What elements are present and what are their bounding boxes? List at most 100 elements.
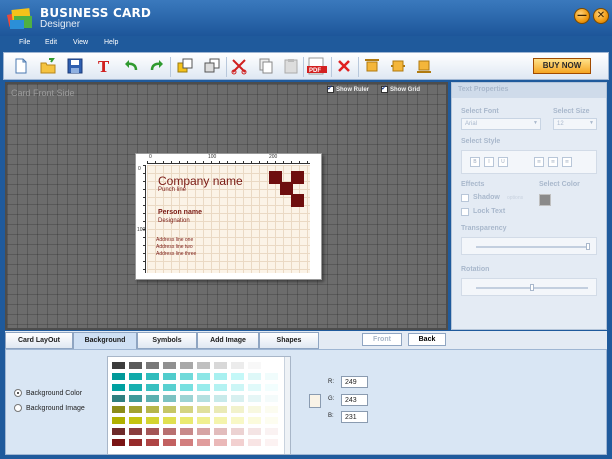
minimize-button[interactable]: — <box>574 8 590 24</box>
color-swatch[interactable] <box>230 405 245 414</box>
menu-file[interactable]: File <box>19 39 30 46</box>
color-swatch[interactable] <box>128 372 143 381</box>
color-swatch[interactable] <box>162 361 177 370</box>
address-line-text[interactable]: Address line two <box>156 244 193 250</box>
transparency-handle[interactable] <box>586 243 590 250</box>
delete-icon[interactable] <box>335 57 353 75</box>
pdf-icon[interactable]: PDF <box>307 57 327 75</box>
color-swatch[interactable] <box>230 372 245 381</box>
color-swatch[interactable] <box>145 361 160 370</box>
color-swatch[interactable] <box>179 416 194 425</box>
color-swatch[interactable] <box>145 383 160 392</box>
send-back-icon[interactable] <box>203 57 221 75</box>
color-swatch[interactable] <box>179 405 194 414</box>
color-swatch[interactable] <box>145 438 160 447</box>
italic-button[interactable]: I <box>484 157 494 167</box>
background-color-radio[interactable]: Background Color <box>14 389 82 397</box>
align-middle-icon[interactable] <box>389 57 407 75</box>
color-swatch[interactable] <box>264 405 279 414</box>
color-swatch[interactable] <box>162 427 177 436</box>
tab-card-layout[interactable]: Card LayOut <box>5 332 73 349</box>
open-icon[interactable] <box>39 57 57 75</box>
color-swatch[interactable] <box>111 427 126 436</box>
color-swatch[interactable] <box>111 394 126 403</box>
color-swatch[interactable] <box>247 394 262 403</box>
paste-icon[interactable] <box>282 57 300 75</box>
color-swatch[interactable] <box>264 361 279 370</box>
color-swatch[interactable] <box>111 438 126 447</box>
tab-shapes[interactable]: Shapes <box>259 332 319 349</box>
color-swatch[interactable] <box>145 372 160 381</box>
address-line-text[interactable]: Address line one <box>156 237 193 243</box>
color-swatch[interactable] <box>247 383 262 392</box>
lock-text-checkbox[interactable] <box>461 208 469 216</box>
company-name-text[interactable]: Company name <box>158 174 243 188</box>
color-swatch[interactable] <box>196 372 211 381</box>
color-swatch[interactable] <box>162 372 177 381</box>
show-ruler-checkbox[interactable]: Show Ruler <box>327 84 369 93</box>
color-swatch[interactable] <box>162 394 177 403</box>
color-swatch[interactable] <box>247 416 262 425</box>
tab-background[interactable]: Background <box>73 332 137 349</box>
color-swatch[interactable] <box>128 416 143 425</box>
color-swatch[interactable] <box>145 394 160 403</box>
color-swatch[interactable] <box>230 361 245 370</box>
color-swatch[interactable] <box>264 372 279 381</box>
back-button[interactable]: Back <box>408 333 446 346</box>
color-swatch[interactable] <box>162 383 177 392</box>
transparency-slider[interactable] <box>476 246 588 248</box>
color-swatch[interactable] <box>145 427 160 436</box>
shadow-options-link[interactable]: options <box>507 195 523 201</box>
color-swatch[interactable] <box>213 405 228 414</box>
color-swatch[interactable] <box>230 438 245 447</box>
color-swatch[interactable] <box>162 438 177 447</box>
color-swatch[interactable] <box>213 427 228 436</box>
shadow-checkbox[interactable] <box>461 194 469 202</box>
color-swatch[interactable] <box>213 416 228 425</box>
cut-icon[interactable] <box>230 57 248 75</box>
undo-icon[interactable] <box>122 57 140 75</box>
color-swatch[interactable] <box>264 383 279 392</box>
color-swatch[interactable] <box>179 383 194 392</box>
color-swatch[interactable] <box>162 416 177 425</box>
color-swatch[interactable] <box>196 394 211 403</box>
menu-view[interactable]: View <box>73 39 88 46</box>
color-swatch[interactable] <box>162 405 177 414</box>
color-swatch[interactable] <box>264 438 279 447</box>
redo-icon[interactable] <box>148 57 166 75</box>
color-swatch[interactable] <box>213 438 228 447</box>
save-icon[interactable] <box>66 57 84 75</box>
color-swatch[interactable] <box>179 438 194 447</box>
color-swatch[interactable] <box>247 405 262 414</box>
color-swatch[interactable] <box>247 427 262 436</box>
color-swatch[interactable] <box>230 416 245 425</box>
business-card[interactable]: 0 100 200 0 100 Company name Punch line … <box>135 153 322 280</box>
color-swatch[interactable] <box>145 416 160 425</box>
person-name-text[interactable]: Person name <box>158 209 202 216</box>
color-picker-swatch[interactable] <box>539 194 551 206</box>
color-swatch[interactable] <box>213 383 228 392</box>
background-image-radio[interactable]: Background Image <box>14 404 85 412</box>
new-icon[interactable] <box>12 57 30 75</box>
color-swatch[interactable] <box>230 394 245 403</box>
color-swatch[interactable] <box>264 416 279 425</box>
designation-text[interactable]: Designation <box>158 218 190 224</box>
color-swatch[interactable] <box>264 427 279 436</box>
color-swatch[interactable] <box>179 394 194 403</box>
menu-edit[interactable]: Edit <box>45 39 57 46</box>
color-swatch[interactable] <box>230 427 245 436</box>
underline-button[interactable]: U <box>498 157 508 167</box>
color-swatch[interactable] <box>264 394 279 403</box>
color-swatch[interactable] <box>213 361 228 370</box>
color-swatch[interactable] <box>179 361 194 370</box>
punch-line-text[interactable]: Punch line <box>158 187 186 193</box>
font-select[interactable]: Arial ▼ <box>461 118 541 130</box>
tab-add-image[interactable]: Add Image <box>197 332 259 349</box>
color-swatch[interactable] <box>196 405 211 414</box>
color-swatch[interactable] <box>196 383 211 392</box>
color-swatch[interactable] <box>179 372 194 381</box>
close-button[interactable]: ✕ <box>593 8 609 24</box>
buy-now-button[interactable]: BUY NOW <box>533 58 591 74</box>
front-button[interactable]: Front <box>362 333 402 346</box>
color-swatch[interactable] <box>111 361 126 370</box>
